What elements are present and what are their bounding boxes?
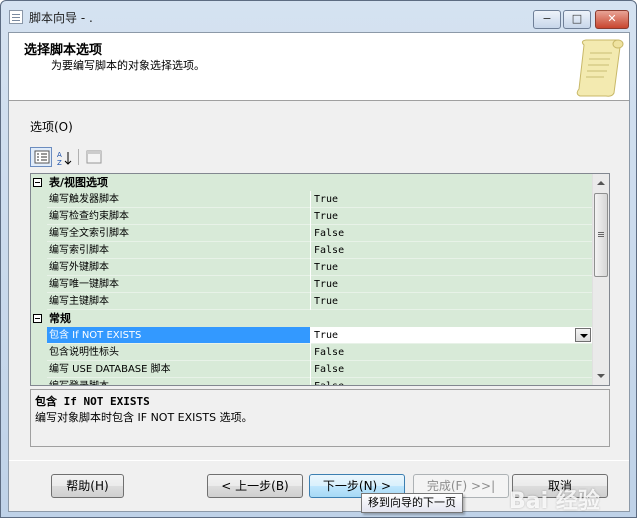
property-row[interactable]: 编写全文索引脚本 False xyxy=(31,225,593,242)
svg-text:A: A xyxy=(57,151,62,159)
back-button[interactable]: < 上一步(B) xyxy=(207,474,303,498)
property-name: 编写索引脚本 xyxy=(47,242,310,259)
property-name: 编写主键脚本 xyxy=(47,293,310,310)
divider xyxy=(9,460,629,461)
property-pages-button[interactable] xyxy=(82,147,104,167)
property-row[interactable]: 包含说明性标头 False xyxy=(31,344,593,361)
vertical-scrollbar[interactable] xyxy=(592,174,609,385)
help-button[interactable]: 帮助(H) xyxy=(51,474,124,498)
property-value[interactable]: True xyxy=(311,293,593,310)
close-button[interactable]: ✕ xyxy=(595,10,629,29)
window-title: 脚本向导 - . xyxy=(29,11,93,25)
svg-text:Z: Z xyxy=(57,159,62,166)
property-row[interactable]: 编写唯一键脚本 True xyxy=(31,276,593,293)
description-text: 编写对象脚本时包含 IF NOT EXISTS 选项。 xyxy=(35,411,253,424)
wizard-window: 脚本向导 - . − □ ✕ 选择脚本选项 为要编写脚本的对象选择选项。 选项(… xyxy=(0,0,637,518)
category-name: 常规 xyxy=(47,310,593,327)
scroll-thumb[interactable] xyxy=(594,193,608,277)
property-value[interactable]: True xyxy=(311,259,593,276)
watermark: Bai 经验 xyxy=(509,489,600,514)
property-value[interactable]: False xyxy=(311,378,593,385)
property-value[interactable]: False xyxy=(311,344,593,361)
sort-az-icon: AZ xyxy=(57,151,72,166)
property-name: 包含说明性标头 xyxy=(47,344,310,361)
scroll-icon xyxy=(576,39,624,97)
category-row[interactable]: 常规 xyxy=(31,310,593,327)
category-row[interactable]: 表/视图选项 xyxy=(31,174,593,191)
property-name: 编写外键脚本 xyxy=(47,259,310,276)
property-name: 编写全文索引脚本 xyxy=(47,225,310,242)
property-name: 编写检查约束脚本 xyxy=(47,208,310,225)
property-pages-icon xyxy=(86,150,102,164)
description-panel: 包含 If NOT EXISTS 编写对象脚本时包含 IF NOT EXISTS… xyxy=(30,389,610,447)
categorized-view-button[interactable] xyxy=(30,147,52,167)
property-value[interactable]: False xyxy=(311,361,593,378)
property-value[interactable]: True xyxy=(311,208,593,225)
property-row-selected[interactable]: 包含 If NOT EXISTS True xyxy=(31,327,593,344)
scroll-down-icon[interactable] xyxy=(593,368,609,385)
property-grid[interactable]: 表/视图选项 编写触发器脚本 True 编写检查约束脚本 True 编写全文索引脚本… xyxy=(30,173,610,386)
property-row[interactable]: 编写检查约束脚本 True xyxy=(31,208,593,225)
property-row[interactable]: 编写 USE DATABASE 脚本 False xyxy=(31,361,593,378)
title-bar[interactable]: 脚本向导 - . − □ ✕ xyxy=(1,1,636,32)
categorized-icon xyxy=(34,150,50,164)
property-name: 编写 USE DATABASE 脚本 xyxy=(47,361,310,378)
property-row[interactable]: 编写登录脚本False xyxy=(31,378,593,385)
property-value[interactable]: False xyxy=(311,225,593,242)
property-row[interactable]: 编写索引脚本 False xyxy=(31,242,593,259)
property-value-text: True xyxy=(314,330,339,341)
property-value[interactable]: True xyxy=(311,327,593,344)
dropdown-arrow-icon[interactable] xyxy=(575,328,591,342)
maximize-button[interactable]: □ xyxy=(563,10,591,29)
property-row[interactable]: 编写触发器脚本 True xyxy=(31,191,593,208)
property-row[interactable]: 编写主键脚本 True xyxy=(31,293,593,310)
page-subtitle: 为要编写脚本的对象选择选项。 xyxy=(51,59,205,72)
property-name: 包含 If NOT EXISTS xyxy=(47,327,310,344)
property-name: 编写登录脚本 xyxy=(47,378,310,385)
property-name: 编写触发器脚本 xyxy=(47,191,310,208)
toolbar-separator xyxy=(78,149,79,165)
scroll-up-icon[interactable] xyxy=(593,174,609,191)
minimize-button[interactable]: − xyxy=(533,10,561,29)
wizard-header: 选择脚本选项 为要编写脚本的对象选择选项。 xyxy=(9,33,629,101)
property-value[interactable]: True xyxy=(311,191,593,208)
alphabetical-view-button[interactable]: AZ xyxy=(53,147,75,167)
property-value[interactable]: True xyxy=(311,276,593,293)
property-value[interactable]: False xyxy=(311,242,593,259)
property-name: 编写唯一键脚本 xyxy=(47,276,310,293)
category-name: 表/视图选项 xyxy=(47,174,593,191)
property-row[interactable]: 编写外键脚本 True xyxy=(31,259,593,276)
collapse-icon[interactable] xyxy=(33,314,42,323)
collapse-icon[interactable] xyxy=(33,178,42,187)
description-title: 包含 If NOT EXISTS xyxy=(35,395,150,408)
options-label: 选项(O) xyxy=(30,120,73,134)
document-icon xyxy=(9,10,23,24)
next-button-tooltip: 移到向导的下一页 xyxy=(361,493,463,513)
page-title: 选择脚本选项 xyxy=(24,43,103,58)
wizard-body: 选择脚本选项 为要编写脚本的对象选择选项。 选项(O) AZ 表/视图选项 编写… xyxy=(8,32,630,514)
